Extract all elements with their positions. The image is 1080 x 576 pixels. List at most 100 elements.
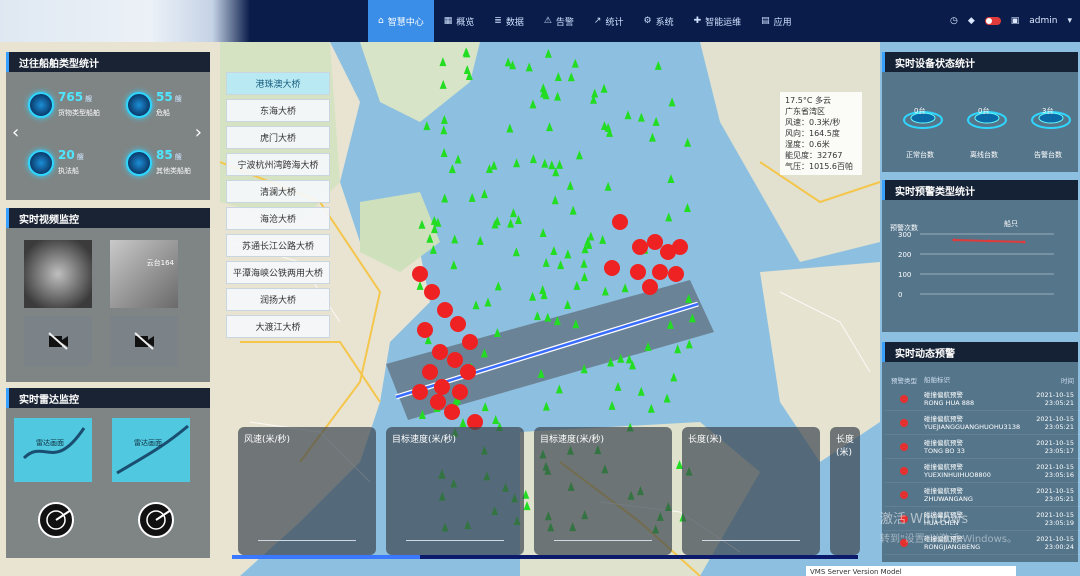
- alarm-ship-marker[interactable]: [437, 302, 453, 318]
- clock-icon[interactable]: ◷: [950, 16, 958, 26]
- tab-3[interactable]: ⚠ 告警: [534, 0, 584, 42]
- alarm-ship-marker[interactable]: [672, 239, 688, 255]
- bridge-item[interactable]: 海沧大桥: [226, 207, 330, 230]
- tab-label: 智能运维: [705, 17, 742, 28]
- tab-0[interactable]: ⌂ 智慧中心: [368, 0, 434, 42]
- app-icon: ▤: [761, 16, 770, 26]
- alarm-ship-marker[interactable]: [452, 384, 468, 400]
- alarm-type: 碰撞偏航预警: [924, 414, 963, 423]
- alarm-ship-marker[interactable]: [424, 284, 440, 300]
- alarm-ship: YUEJIANGGUANGHUOHU3138: [924, 422, 1021, 431]
- timeline-progress[interactable]: [232, 555, 858, 559]
- alarm-dot-cell: [884, 466, 924, 475]
- bridge-item[interactable]: 虎门大桥: [226, 126, 330, 149]
- video-feed-4[interactable]: [110, 316, 178, 366]
- alarm-ship-marker[interactable]: [462, 334, 478, 350]
- alarm-ship-marker[interactable]: [412, 384, 428, 400]
- tab-label: 系统: [655, 17, 674, 28]
- device-status-num: 3台: [1042, 107, 1054, 115]
- alarm-dot-icon: [900, 418, 908, 427]
- alarm-time: 2021-10-15 23:05:16: [1036, 462, 1074, 479]
- alarm-row[interactable]: 碰撞偏航预警 YUEJIANGGUANGHUOHU3138 2021-10-15 2…: [884, 411, 1080, 435]
- alarm-type: 碰撞偏航预警: [924, 486, 963, 495]
- radar-feed-2[interactable]: 雷达画面: [112, 418, 190, 482]
- tab-1[interactable]: ▦ 概览: [434, 0, 485, 42]
- alarm-ship-marker[interactable]: [434, 379, 450, 395]
- main-nav: ⌂ 智慧中心 ▦ 概览 ≣ 数据 ⚠ 告警 ↗ 统计 ⚙ 系统 ✚ 智能运维 ▤ 应用: [368, 0, 802, 42]
- chevron-down-icon[interactable]: ▾: [1067, 16, 1072, 26]
- alarm-dot-icon: [900, 442, 908, 451]
- alarm-ship-marker[interactable]: [632, 239, 648, 255]
- bell-icon[interactable]: ◆: [968, 16, 975, 26]
- metric-card-title: 目标速度(米/秒): [392, 435, 457, 445]
- metric-card[interactable]: 风速(米/秒): [238, 427, 376, 555]
- metric-card[interactable]: 目标速度(米/秒): [534, 427, 672, 555]
- weather-line: 湿度：0.6米: [785, 140, 830, 149]
- alarm-ship-marker[interactable]: [630, 264, 646, 280]
- bridge-item[interactable]: 大渡江大桥: [226, 315, 330, 338]
- user-name[interactable]: admin: [1029, 16, 1057, 26]
- alarm-row[interactable]: 碰撞偏航预警 ZHUWANGANG 2021-10-15 23:05:21: [884, 483, 1080, 507]
- tab-6[interactable]: ✚ 智能运维: [684, 0, 752, 42]
- alarm-time: 2021-10-15 23:00:24: [1036, 534, 1074, 551]
- tab-7[interactable]: ▤ 应用: [751, 0, 802, 42]
- video-feed-1[interactable]: [24, 240, 92, 308]
- ship-icon: [126, 150, 152, 176]
- tab-4[interactable]: ↗ 统计: [584, 0, 634, 42]
- alarm-ship-marker[interactable]: [444, 404, 460, 420]
- alarm-row[interactable]: 碰撞偏航预警 RONG HUA 888 2021-10-15 23:05:21: [884, 387, 1080, 411]
- weather-line: 17.5°C 多云: [785, 96, 831, 105]
- alarm-ship-marker[interactable]: [647, 234, 663, 250]
- metric-card[interactable]: 长度(米): [830, 427, 860, 555]
- bridge-item[interactable]: 东海大桥: [226, 99, 330, 122]
- alarm-ship-marker[interactable]: [612, 214, 628, 230]
- alarm-header-cell: 船舶标识: [924, 376, 950, 384]
- bridge-item[interactable]: 润扬大桥: [226, 288, 330, 311]
- alarm-row[interactable]: 碰撞偏航预警 YUEXINHUIHUO8800 2021-10-15 23:05:1…: [884, 459, 1080, 483]
- bridge-item[interactable]: 宁波杭州湾跨海大桥: [226, 153, 330, 176]
- ship-stat: 20 艘执法船: [28, 144, 108, 186]
- metric-card[interactable]: 目标速度(米/秒): [386, 427, 524, 555]
- bridge-item[interactable]: 清澜大桥: [226, 180, 330, 203]
- screen-icon[interactable]: ▣: [1011, 16, 1020, 26]
- alarm-ship-marker[interactable]: [668, 266, 684, 282]
- alarm-type: 碰撞偏航预警: [924, 462, 963, 471]
- radar-feed-1[interactable]: 雷达画面: [14, 418, 92, 482]
- stat-num: 765 艘: [58, 90, 93, 104]
- alarm-ship-marker[interactable]: [417, 322, 433, 338]
- alarm-ship-marker[interactable]: [642, 279, 658, 295]
- video-feed-3[interactable]: [24, 316, 92, 366]
- radar-map-1: [22, 427, 86, 460]
- camera-off-icon: [134, 332, 154, 350]
- alarm-dot-cell: [884, 418, 924, 427]
- alarm-ship-marker[interactable]: [450, 316, 466, 332]
- tab-2[interactable]: ≣ 数据: [484, 0, 534, 42]
- device-status-label: 正常台数: [906, 151, 934, 159]
- alarm-ship-marker[interactable]: [652, 264, 668, 280]
- alarm-ship-marker[interactable]: [460, 364, 476, 380]
- bridge-item[interactable]: 苏通长江公路大桥: [226, 234, 330, 257]
- video-feed-2[interactable]: 云台164: [110, 240, 178, 308]
- device-status-label: 告警台数: [1034, 151, 1062, 159]
- device-status-num: 0台: [978, 107, 990, 115]
- alarm-ship-marker[interactable]: [422, 364, 438, 380]
- alarm-header: 预警类型 船舶标识 时间: [884, 373, 1080, 387]
- alarm-toggle[interactable]: [984, 17, 1001, 25]
- metric-card[interactable]: 长度(米): [682, 427, 820, 555]
- alarm-ship-marker[interactable]: [412, 266, 428, 282]
- metric-card-title: 长度(米): [688, 435, 723, 445]
- stat-num: 20 艘: [58, 148, 84, 162]
- bridge-item[interactable]: 平潭海峡公铁两用大桥: [226, 261, 330, 284]
- stat-label: 危船: [156, 109, 170, 117]
- alarm-dot-cell: [884, 490, 924, 499]
- alarm-ship-marker[interactable]: [447, 352, 463, 368]
- alarm-ship-marker[interactable]: [430, 394, 446, 410]
- tab-5[interactable]: ⚙ 系统: [633, 0, 683, 42]
- weather-line: 气压：1015.6百帕: [785, 162, 853, 171]
- chevron-left-icon[interactable]: ‹: [12, 122, 19, 143]
- alarm-ship-marker[interactable]: [432, 344, 448, 360]
- alarm-ship-marker[interactable]: [604, 260, 620, 276]
- alarm-row[interactable]: 碰撞偏航预警 TONG BO 33 2021-10-15 23:05:17: [884, 435, 1080, 459]
- bridge-item[interactable]: 港珠澳大桥: [226, 72, 330, 95]
- stat-num: 85 艘: [156, 148, 182, 162]
